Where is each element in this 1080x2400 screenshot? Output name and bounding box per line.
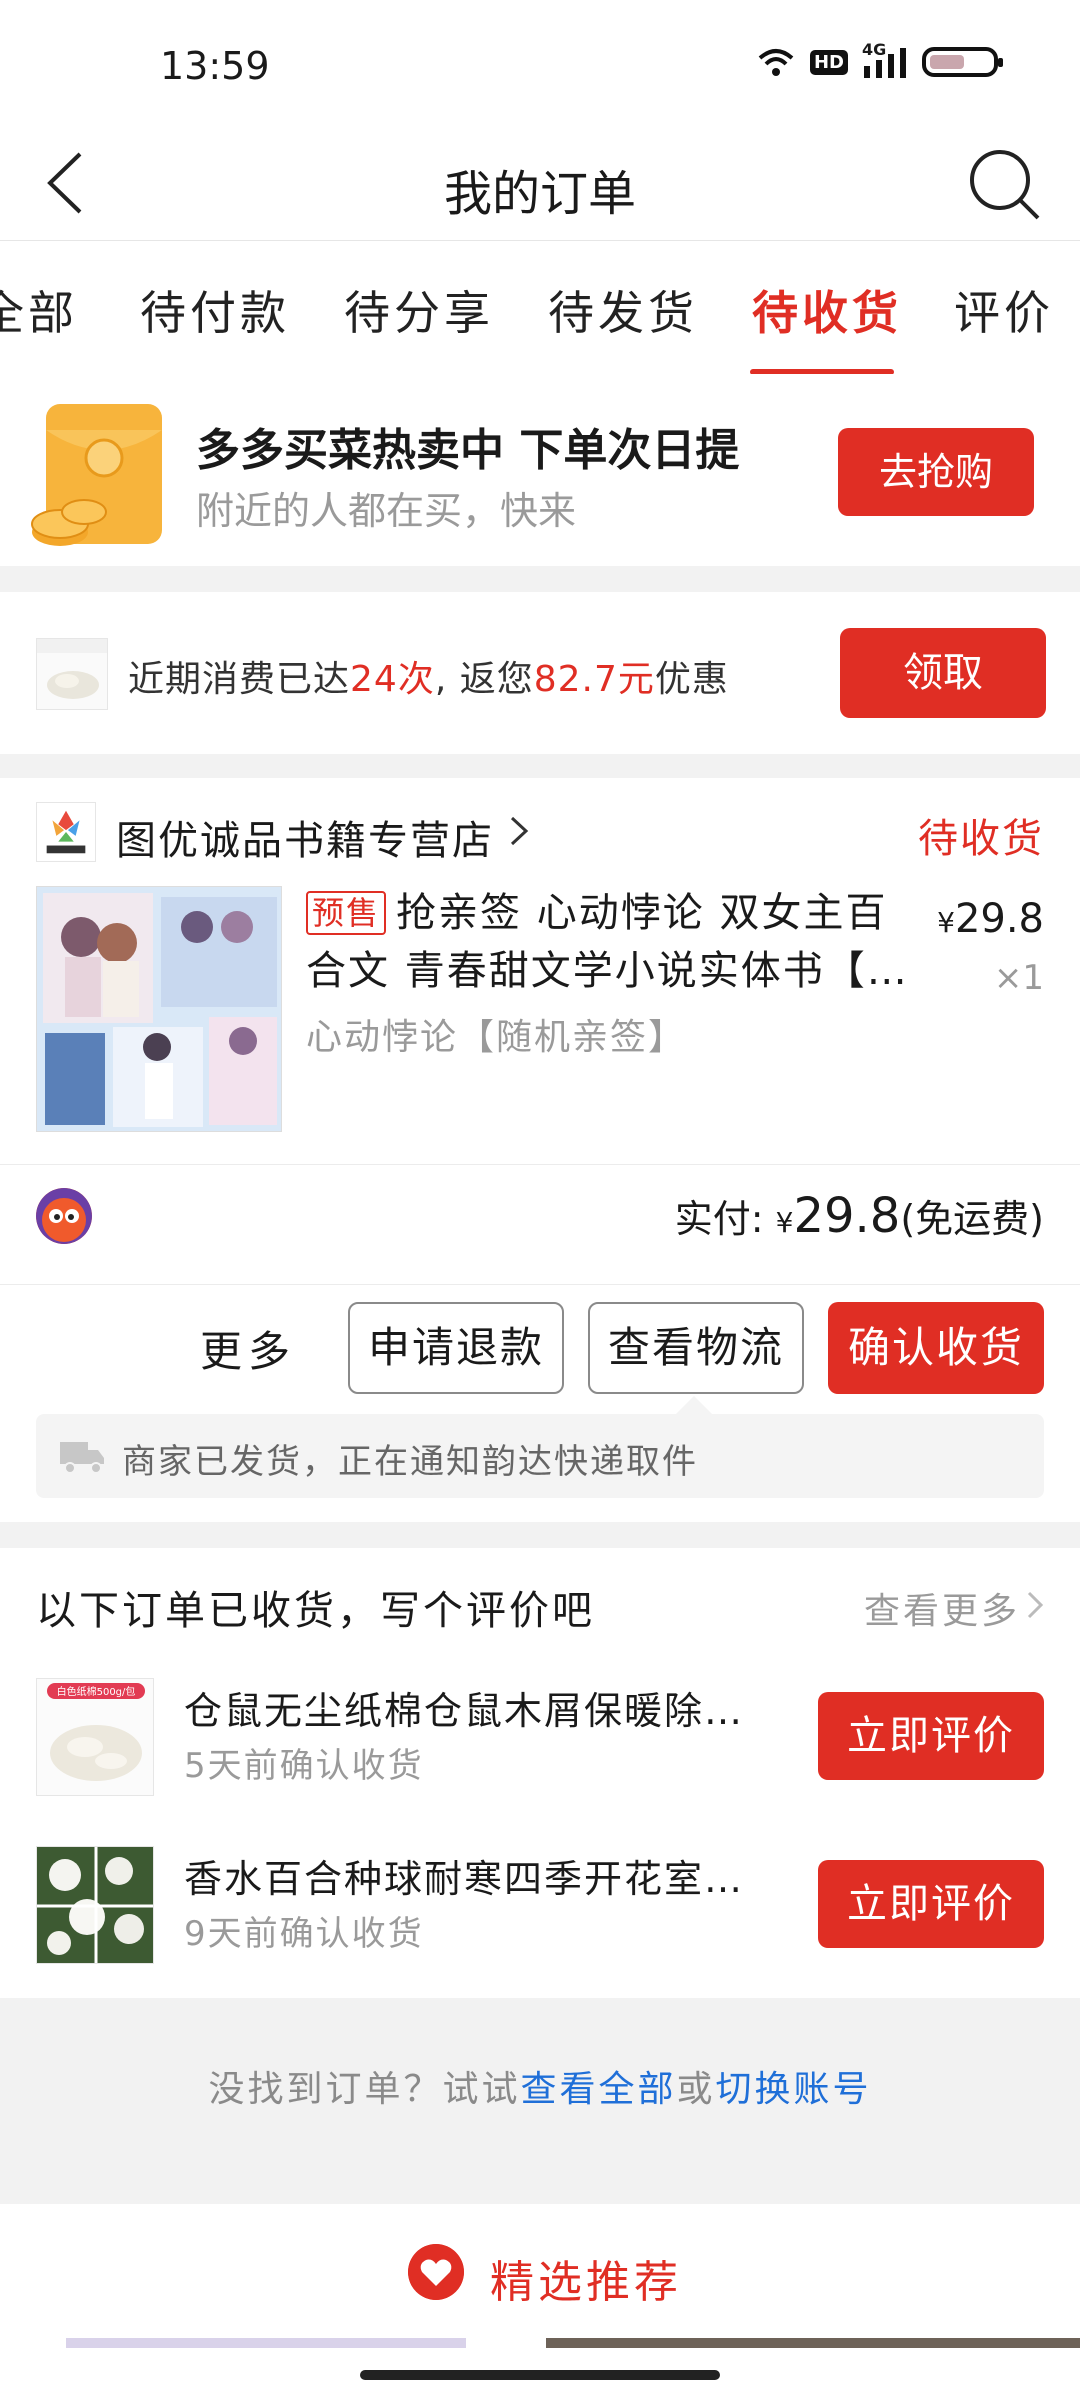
- order-status: 待收货: [918, 816, 1044, 862]
- review-item-thumbnail[interactable]: 白色纸棉500g/包: [36, 1678, 154, 1796]
- order-tabs: 全部 待付款 待分享 待发货 待收货 评价: [0, 240, 1080, 375]
- spend-text: 近期消费已达24次, 返您82.7元优惠: [128, 659, 729, 700]
- store-logo: [36, 802, 96, 862]
- view-more-link[interactable]: 查看更多: [864, 1582, 1020, 1634]
- promo-title: 多多买菜热卖中 下单次日提: [196, 425, 740, 476]
- review-now-button[interactable]: 立即评价: [818, 1860, 1044, 1948]
- svg-text:白色纸棉500g/包: 白色纸棉500g/包: [57, 1685, 136, 1698]
- review-item-title[interactable]: 香水百合种球耐寒四季开花室内盆栽: [184, 1848, 774, 1903]
- recommend-label: 精选推荐: [490, 2257, 682, 2308]
- divider: [0, 1164, 1080, 1165]
- review-now-button[interactable]: 立即评价: [818, 1692, 1044, 1780]
- order-not-found-hint: 没找到订单？试试查看全部或切换账号: [208, 2069, 872, 2110]
- tab-pending-receipt[interactable]: 待收货: [752, 277, 902, 343]
- review-item-thumbnail[interactable]: [36, 1846, 154, 1964]
- heart-icon: [408, 2244, 464, 2300]
- review-item-subtitle: 9天前确认收货: [184, 1914, 424, 1954]
- home-indicator[interactable]: [360, 2370, 720, 2380]
- promo-subtitle: 附近的人都在买，快来: [196, 489, 577, 533]
- tab-review[interactable]: 评价: [954, 277, 1054, 343]
- red-envelope-coin-icon: [31, 404, 162, 546]
- store-name[interactable]: 图优诚品书籍专营店: [116, 808, 494, 866]
- status-bar: 13:59 HD 4G: [0, 0, 1080, 130]
- grab-button[interactable]: 去抢购: [838, 428, 1034, 516]
- logistics-tip[interactable]: 商家已发货，正在通知韵达快递取件: [36, 1414, 1044, 1498]
- claim-button[interactable]: 领取: [840, 628, 1046, 718]
- product-quantity: ×1: [993, 958, 1044, 998]
- status-time: 13:59: [160, 44, 270, 88]
- review-section: 以下订单已收货，写个评价吧 查看更多 白色纸棉500g/包 仓鼠无尘纸棉仓鼠木屑…: [0, 1548, 1080, 1998]
- view-logistics-button[interactable]: 查看物流: [588, 1302, 804, 1394]
- divider: [0, 1284, 1080, 1285]
- page-title: 我的订单: [443, 166, 636, 222]
- refund-button[interactable]: 申请退款: [348, 1302, 564, 1394]
- nav-bar: 我的订单: [0, 130, 1080, 240]
- tip-arrow: [676, 1396, 712, 1414]
- more-button[interactable]: 更多: [200, 1318, 296, 1379]
- review-item-title[interactable]: 仓鼠无尘纸棉仓鼠木屑保暖除臭垫料: [184, 1680, 774, 1735]
- product-variant: 心动悖论【随机亲签】: [306, 1017, 687, 1058]
- wifi-icon: [758, 49, 794, 76]
- view-all-link[interactable]: 查看全部: [520, 2069, 676, 2110]
- order-card: 图优诚品书籍专营店 待收货 预售 抢亲签 心动悖论 双女主百合文 青春甜文学小说实…: [0, 778, 1080, 1522]
- product-image[interactable]: [36, 886, 282, 1132]
- product-price: ¥29.8: [937, 896, 1044, 942]
- truck-icon: [60, 1442, 104, 1474]
- tab-pending-shipment[interactable]: 待发货: [548, 277, 698, 343]
- tab-pending-payment[interactable]: 待付款: [140, 277, 290, 343]
- presale-badge: 预售: [306, 891, 387, 935]
- recommend-header: 精选推荐: [0, 2204, 1080, 2338]
- tab-pending-share[interactable]: 待分享: [344, 277, 494, 343]
- status-icons: HD 4G: [756, 40, 1003, 78]
- paid-amount: 实付: ¥29.8(免运费): [674, 1188, 1044, 1244]
- spend-thumbnail: [36, 638, 108, 710]
- promo-banner[interactable]: 多多买菜热卖中 下单次日提 附近的人都在买，快来 去抢购: [0, 374, 1080, 566]
- search-icon[interactable]: [964, 144, 1044, 224]
- signal-icon: 4G: [862, 40, 908, 78]
- product-title[interactable]: 预售 抢亲签 心动悖论 双女主百合文 青春甜文学小说实体书【…: [306, 884, 916, 1000]
- review-item-subtitle: 5天前确认收货: [184, 1746, 424, 1786]
- switch-account-link[interactable]: 切换账号: [716, 2069, 872, 2110]
- chevron-right-icon[interactable]: [1026, 1590, 1044, 1620]
- recommend-strip: [0, 2338, 1080, 2400]
- logistics-tip-text: 商家已发货，正在通知韵达快递取件: [122, 1442, 698, 1482]
- spend-rebate-banner: 近期消费已达24次, 返您82.7元优惠 领取: [0, 592, 1080, 754]
- hd-badge: HD: [809, 49, 848, 75]
- confirm-receipt-button[interactable]: 确认收货: [828, 1302, 1044, 1394]
- avatar: [36, 1188, 92, 1244]
- review-heading: 以下订单已收货，写个评价吧: [36, 1588, 595, 1634]
- chevron-right-icon[interactable]: [506, 814, 532, 848]
- tab-all[interactable]: 全部: [0, 277, 78, 343]
- battery-icon: [922, 47, 1003, 77]
